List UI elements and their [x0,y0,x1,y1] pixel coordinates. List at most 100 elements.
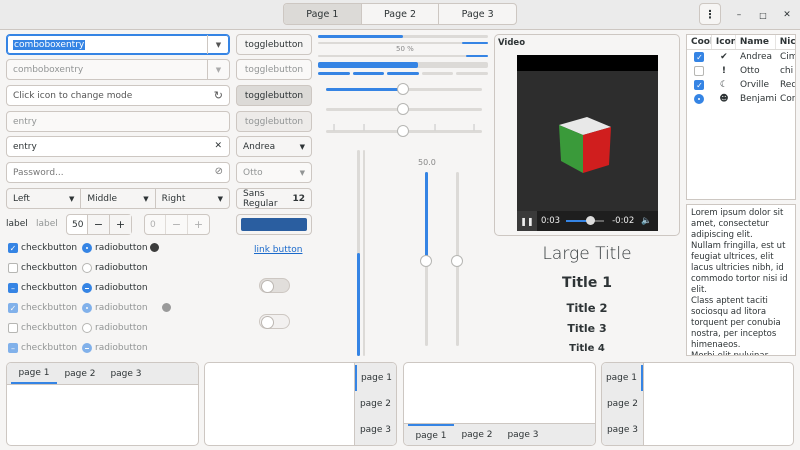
tree-header-nick[interactable]: Nic [776,35,795,49]
radio-icon[interactable] [82,243,92,253]
slider-knob[interactable] [397,103,409,115]
tree-header-name[interactable]: Name [736,35,776,49]
tab-page-2[interactable]: Page 2 [362,4,440,24]
entry-with-clear[interactable]: entry ✕ [6,136,230,157]
notebook-tab-page-1[interactable]: page 1 [408,424,454,445]
radio-icon[interactable] [82,283,92,293]
tree-row[interactable]: ! Otto chi [687,64,795,78]
togglebutton[interactable]: togglebutton [236,34,312,55]
checkbutton-row[interactable]: checkbutton [8,258,78,278]
checkbox-icon[interactable]: ✓ [8,243,18,253]
checkbox-icon[interactable] [694,66,705,76]
color-button[interactable] [236,214,312,235]
combobox-entry-focused[interactable]: comboboxentry ▼ [6,34,230,55]
video-seek-knob[interactable] [586,216,596,225]
tree-cell-cool [687,64,712,78]
notebook-tab-page-3[interactable]: page 3 [500,424,546,445]
checkbox-icon[interactable] [8,263,18,273]
plus-icon[interactable]: + [109,215,131,234]
radiobutton-label: radiobutton [95,243,148,253]
refresh-icon[interactable]: ↻ [214,89,223,102]
vertical-slider-knob[interactable] [420,255,432,267]
radio-icon[interactable] [694,94,705,104]
combobox-entry-text: comboboxentry [13,64,84,75]
combo-right-label: Right [161,193,186,204]
progress-bar-track [318,35,488,38]
menu-icon[interactable]: ⋮ [699,3,721,25]
notebook-tab-page-1[interactable]: page 1 [602,365,643,391]
password-field[interactable]: Password... ⊘ [6,162,230,183]
radiobutton-label: radiobutton [95,343,148,353]
tree-header-cool[interactable]: Cool [687,35,712,49]
vertical-slider-knob[interactable] [451,255,463,267]
radiobutton-label: radiobutton [95,283,148,293]
checkbox-icon[interactable]: ✓ [694,80,705,90]
pause-icon[interactable]: ❚❚ [517,211,537,231]
tree-header-icon[interactable]: Icon [712,35,736,49]
checkbutton-row[interactable]: ✓ checkbutton [8,238,78,258]
level-segment [318,72,350,75]
notebook-right: page 1 page 2 page 3 [204,362,397,446]
eye-hidden-icon[interactable]: ⊘ [215,166,223,177]
chevron-down-icon[interactable]: ▼ [207,35,229,54]
notebook-tab-page-2[interactable]: page 2 [602,391,643,417]
label-disabled: label [36,219,58,229]
tab-page-1[interactable]: Page 1 [284,4,362,24]
combo-middle[interactable]: Middle ▼ [81,189,156,208]
slider-knob[interactable] [397,125,409,137]
font-button[interactable]: Sans Regular 12 [236,188,312,209]
clear-icon[interactable]: ✕ [214,141,222,151]
level-segment [456,72,488,75]
checkbox-icon[interactable]: – [8,283,18,293]
video-frame: Video ❚❚ 0:03 -0:02 🔈 [494,34,680,236]
video-seek-bar[interactable] [566,216,605,225]
icon-entry[interactable]: Click icon to change mode ↻ [6,85,230,106]
notebook-tab-page-3[interactable]: page 3 [355,417,396,443]
slider-knob[interactable] [397,83,409,95]
tree-cell-icon: ☾ [719,80,728,90]
notebook-bottom-tabs: page 1 page 2 page 3 [404,423,595,445]
notebook-tab-page-1[interactable]: page 1 [355,365,396,391]
togglebutton-active[interactable]: togglebutton [236,85,312,106]
notebook-tab-page-1[interactable]: page 1 [11,363,57,384]
tab-page-3[interactable]: Page 3 [439,4,516,24]
tree-cell-nick: Cim [779,52,795,62]
checkbutton-row[interactable]: – checkbutton [8,278,78,298]
switch-off[interactable] [259,278,290,293]
minimize-icon[interactable]: – [731,7,747,23]
radio-icon [82,323,92,333]
notebook-tab-page-3[interactable]: page 3 [103,363,149,384]
tree-row[interactable]: ✓ ☾ Orville Red [687,78,795,92]
notebook-tab-page-2[interactable]: page 2 [454,424,500,445]
combo-right[interactable]: Right ▼ [156,189,229,208]
notebook-tab-page-2[interactable]: page 2 [355,391,396,417]
spin-button[interactable]: 50 − + [66,214,132,235]
radiobutton-row: radiobutton [82,298,152,318]
progress-bar-track-thin [318,42,488,44]
maximize-icon[interactable]: □ [755,7,771,23]
close-icon[interactable]: ✕ [779,7,795,23]
tree-row[interactable]: ✓ ✔ Andrea Cim [687,50,795,64]
text-view[interactable]: Lorem ipsum dolor sit amet, consectetur … [686,204,796,356]
combo-left[interactable]: Left ▼ [7,189,82,208]
link-button[interactable]: link button [254,245,302,255]
vertical-progress-fill [357,253,360,356]
spin-value: 50 [72,219,84,230]
tree-row[interactable]: ☻ BenjaminCon [687,92,795,106]
video-area[interactable]: ❚❚ 0:03 -0:02 🔈 [517,55,658,231]
checkbutton-row: ✓ checkbutton [8,298,78,318]
radiobutton-row[interactable]: radiobutton [82,238,152,258]
radiobutton-row[interactable]: radiobutton [82,258,152,278]
checkbox-icon[interactable]: ✓ [694,52,705,62]
radio-indicator[interactable] [150,243,159,252]
combo-andrea[interactable]: Andrea ▼ [236,136,312,157]
progress-bar-fill [318,35,403,38]
volume-icon[interactable]: 🔈 [641,216,652,226]
minus-icon[interactable]: − [87,215,109,234]
radiobutton-row[interactable]: radiobutton [82,278,152,298]
radio-icon[interactable] [82,263,92,273]
notebook-tab-page-3[interactable]: page 3 [602,417,643,443]
progress-label: 50 % [396,45,414,53]
checkbox-icon: ✓ [8,303,18,313]
notebook-tab-page-2[interactable]: page 2 [57,363,103,384]
